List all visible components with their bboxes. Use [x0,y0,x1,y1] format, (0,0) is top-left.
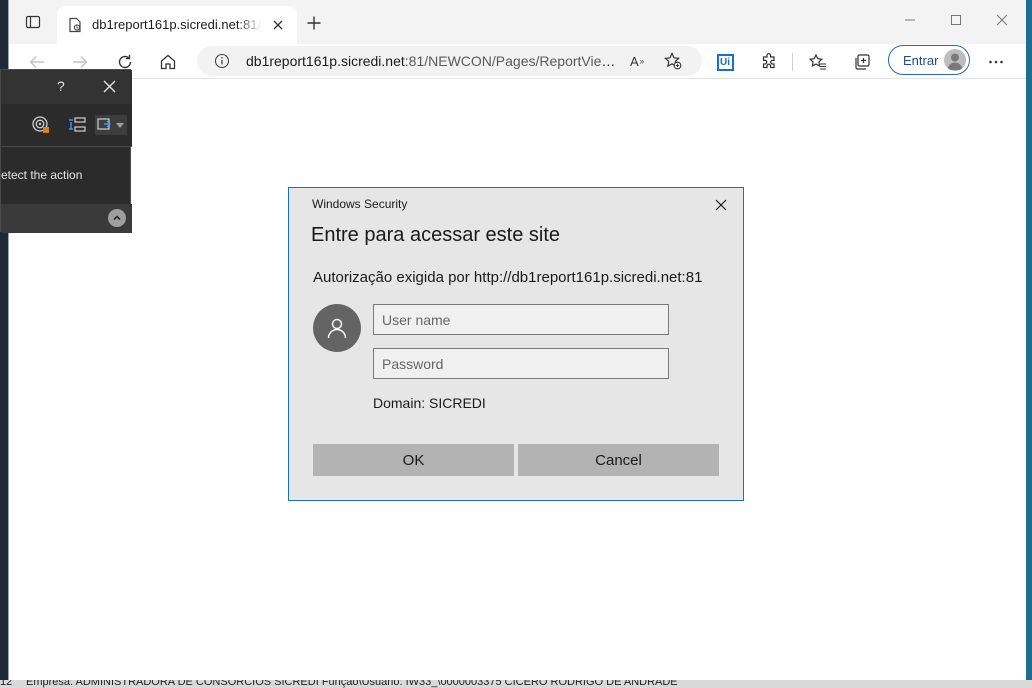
panel-toolbar [1,104,132,146]
tab-actions-button[interactable] [21,10,45,34]
authorization-text: Autorização exigida por http://db1report… [313,269,703,286]
panel-message: etect the action [1,168,83,182]
desktop-edge [1026,0,1032,680]
dialog-caption: Windows Security [312,197,408,211]
username-input[interactable] [373,304,669,335]
floating-tool-panel: ? etect the action [0,69,132,233]
info-icon[interactable] [213,52,231,70]
help-button[interactable]: ? [57,78,65,94]
panel-footer [1,204,132,233]
browser-tab[interactable]: db1report161p.sicredi.net:81/NEWCON/Page… [57,6,297,44]
ok-button[interactable]: OK [313,444,514,476]
signin-label: Entrar [903,53,939,68]
extensions-icon[interactable] [755,48,783,76]
target-icon[interactable] [31,115,51,135]
url-path: :81/NEWCON/Pages/ReportView... [404,53,621,69]
user-avatar-icon [313,304,361,352]
close-dialog-icon[interactable] [713,197,729,213]
panel-header: ? [1,70,132,104]
panel-divider [1,146,132,147]
read-aloud-icon[interactable]: A» [627,52,647,70]
home-icon[interactable] [154,48,182,76]
minimize-icon[interactable] [895,8,925,32]
new-tab-icon[interactable] [303,12,325,34]
chevron-up-icon[interactable] [108,209,126,227]
selector-dropdown-icon[interactable] [95,115,127,135]
profile-avatar-icon [944,49,966,71]
password-input[interactable] [373,348,669,379]
collections-icon[interactable] [848,48,876,76]
uipath-extension-icon[interactable]: Ui [711,48,739,76]
favorites-icon[interactable] [804,48,832,76]
windows-security-dialog: Windows Security Entre para acessar este… [288,187,744,501]
status-text: Empresa: ADMINISTRADORA DE CONSORCIOS SI… [26,680,678,688]
signin-button[interactable]: Entrar [888,45,970,75]
maximize-icon[interactable] [941,8,971,32]
dialog-heading: Entre para acessar este site [311,224,561,246]
tab-strip: db1report161p.sicredi.net:81/NEWCON/Page… [9,0,1027,44]
browser-toolbar: db1report161p.sicredi.net:81/NEWCON/Page… [9,44,1027,79]
close-tab-icon[interactable] [269,16,287,34]
list-icon[interactable] [67,115,87,135]
more-options-icon[interactable] [982,48,1010,76]
url-host: db1report161p.sicredi.net [246,53,405,69]
page-icon [67,17,83,33]
status-number: 12 [0,680,13,688]
address-bar[interactable]: db1report161p.sicredi.net:81/NEWCON/Page… [197,46,702,76]
tab-actions-icon [25,15,41,29]
add-favorite-icon[interactable] [663,51,683,71]
url-text[interactable]: db1report161p.sicredi.net:81/NEWCON/Page… [246,53,621,69]
close-panel-icon[interactable] [101,78,117,94]
close-window-icon[interactable] [987,8,1017,32]
domain-label: Domain: SICREDI [373,395,486,411]
status-bar: 12 Empresa: ADMINISTRADORA DE CONSORCIOS… [0,680,1032,688]
cancel-button[interactable]: Cancel [518,444,719,476]
toolbar-separator [792,53,793,71]
tab-title: db1report161p.sicredi.net:81/NEWCON/Page… [92,17,262,32]
